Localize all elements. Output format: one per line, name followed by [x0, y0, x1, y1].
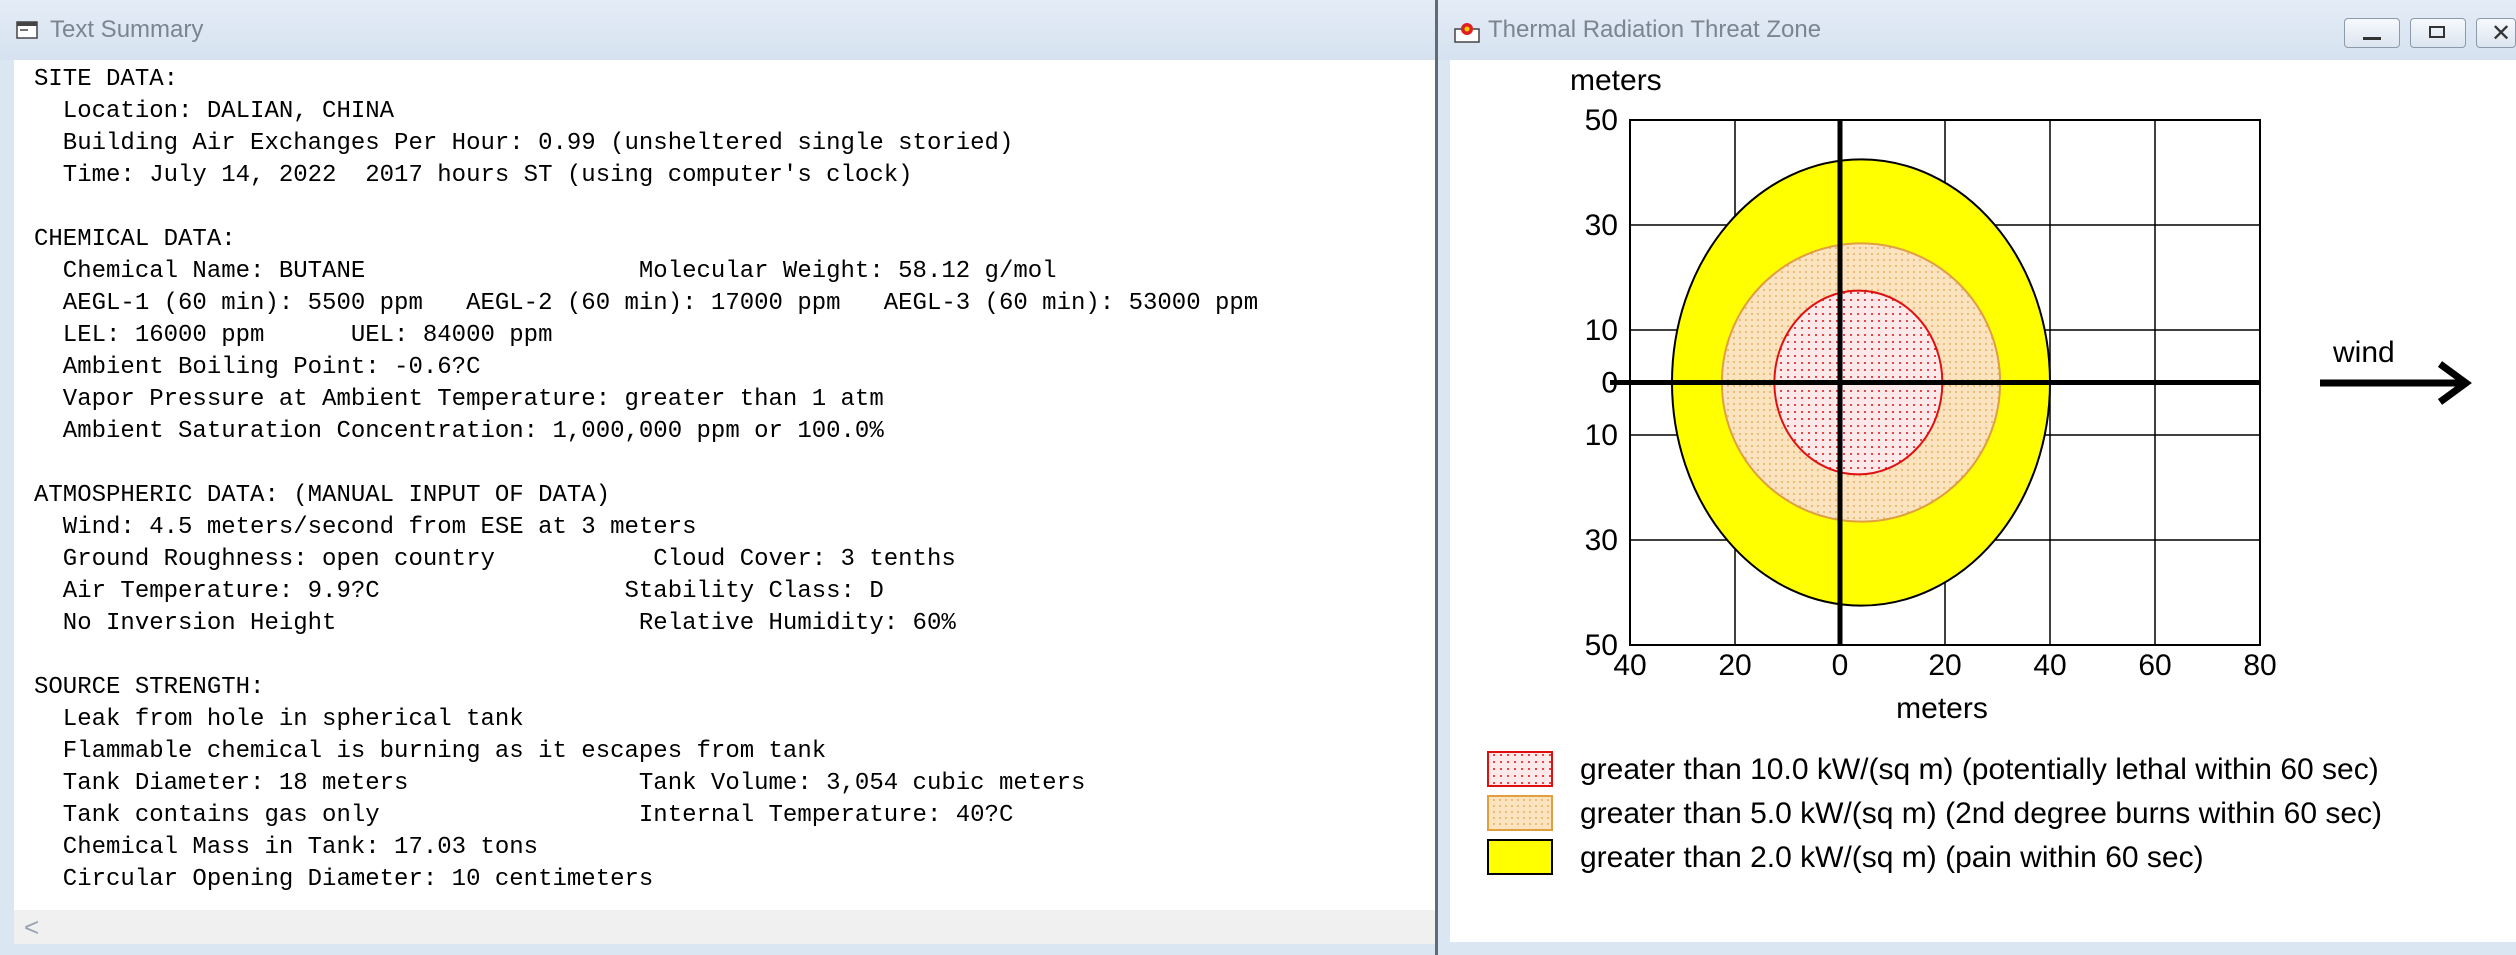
summary-line: Chemical Name: BUTANE Molecular Weight: … — [34, 258, 1057, 285]
x-tick-label: 20 — [1928, 649, 1961, 682]
summary-line: Chemical Mass in Tank: 17.03 tons — [34, 834, 539, 861]
horizontal-scrollbar[interactable]: < — [14, 910, 1435, 944]
summary-text: SITE DATA: Location: DALIAN, CHINA Build… — [14, 60, 1435, 896]
threat-zone-titlebar[interactable]: Thermal Radiation Threat Zone ✕ — [1438, 0, 2516, 60]
text-summary-title: Text Summary — [50, 16, 204, 43]
legend-label: greater than 2.0 kW/(sq m) (pain within … — [1580, 841, 2204, 874]
summary-line: Wind: 4.5 meters/second from ESE at 3 me… — [34, 514, 697, 541]
summary-line: SOURCE STRENGTH: — [34, 674, 265, 701]
summary-line — [34, 194, 48, 221]
y-tick-label: 0 — [1601, 367, 1618, 400]
y-tick-label: 30 — [1585, 524, 1618, 557]
summary-line: Ambient Boiling Point: -0.6?C — [34, 354, 481, 381]
summary-line: Tank Diameter: 18 meters Tank Volume: 3,… — [34, 770, 1086, 797]
summary-line: ATMOSPHERIC DATA: (MANUAL INPUT OF DATA) — [34, 482, 611, 509]
text-summary-window: Text Summary SITE DATA: Location: DALIAN… — [0, 0, 1435, 955]
summary-line: Location: DALIAN, CHINA — [34, 98, 395, 125]
summary-line: Ground Roughness: open country Cloud Cov… — [34, 546, 956, 573]
summary-line: LEL: 16000 ppm UEL: 84000 ppm — [34, 322, 553, 349]
x-tick-label: 0 — [1832, 649, 1849, 682]
x-tick-label: 80 — [2243, 649, 2276, 682]
scroll-left-arrow-icon[interactable]: < — [24, 912, 39, 943]
legend-label: greater than 10.0 kW/(sq m) (potentially… — [1580, 753, 2379, 786]
summary-line: CHEMICAL DATA: — [34, 226, 236, 253]
close-icon: ✕ — [2491, 20, 2512, 47]
legend-swatch — [1487, 751, 1553, 787]
legend-swatch — [1487, 839, 1553, 875]
y-tick-label: 50 — [1585, 104, 1618, 137]
y-tick-label: 10 — [1585, 419, 1618, 452]
summary-line: Ambient Saturation Concentration: 1,000,… — [34, 418, 884, 445]
minimize-button[interactable] — [2344, 18, 2400, 48]
summary-line — [34, 450, 48, 477]
x-tick-label: 20 — [1718, 649, 1751, 682]
legend: greater than 10.0 kW/(sq m) (potentially… — [1487, 751, 2382, 875]
summary-line: Circular Opening Diameter: 10 centimeter… — [34, 866, 654, 893]
y-tick-label: 50 — [1585, 629, 1618, 662]
x-tick-label: 40 — [1613, 649, 1646, 682]
x-tick-label: 40 — [2033, 649, 2066, 682]
summary-line: SITE DATA: — [34, 66, 179, 93]
summary-line: Vapor Pressure at Ambient Temperature: g… — [34, 386, 884, 413]
maximize-icon — [2429, 26, 2445, 38]
summary-line: Air Temperature: 9.9?C Stability Class: … — [34, 578, 884, 605]
y-tick-label: 10 — [1585, 314, 1618, 347]
text-window-icon — [16, 21, 38, 39]
summary-line: Tank contains gas only Internal Temperat… — [34, 802, 1014, 829]
maximize-button[interactable] — [2410, 18, 2466, 48]
summary-line: Building Air Exchanges Per Hour: 0.99 (u… — [34, 130, 1014, 157]
threat-zone-chart: 40 20 0 20 40 60 80 50 30 10 0 10 30 50 meters meters… — [1487, 64, 2472, 875]
legend-label: greater than 5.0 kW/(sq m) (2nd degree b… — [1580, 797, 2382, 830]
y-tick-label: 30 — [1585, 209, 1618, 242]
wind-indicator: wind — [2320, 336, 2472, 405]
summary-line: No Inversion Height Relative Humidity: 6… — [34, 610, 956, 637]
summary-line: Leak from hole in spherical tank — [34, 706, 524, 733]
threat-zone-plot-area: 40 20 0 20 40 60 80 50 30 10 0 10 30 50 meters meters… — [1450, 60, 2516, 942]
minimize-icon — [2363, 37, 2381, 40]
close-button[interactable]: ✕ — [2476, 18, 2516, 48]
text-summary-content[interactable]: SITE DATA: Location: DALIAN, CHINA Build… — [14, 60, 1435, 910]
summary-line: Time: July 14, 2022 2017 hours ST (using… — [34, 162, 913, 189]
threat-zone-window: Thermal Radiation Threat Zone ✕ 40 20 0 20 4… — [1435, 0, 2516, 955]
window-controls: ✕ — [2334, 18, 2516, 48]
x-tick-label: 60 — [2138, 649, 2171, 682]
y-axis-label: meters — [1570, 64, 1662, 97]
threat-zone-title: Thermal Radiation Threat Zone — [1488, 16, 1822, 43]
legend-swatch — [1487, 795, 1553, 831]
summary-line — [34, 642, 48, 669]
wind-label: wind — [2332, 336, 2395, 369]
x-axis-label: meters — [1896, 692, 1988, 725]
summary-line: Flammable chemical is burning as it esca… — [34, 738, 827, 765]
summary-line: AEGL-1 (60 min): 5500 ppm AEGL-2 (60 min… — [34, 290, 1259, 317]
threat-zone-app-icon — [1454, 21, 1480, 43]
text-summary-titlebar[interactable]: Text Summary — [0, 0, 1435, 60]
